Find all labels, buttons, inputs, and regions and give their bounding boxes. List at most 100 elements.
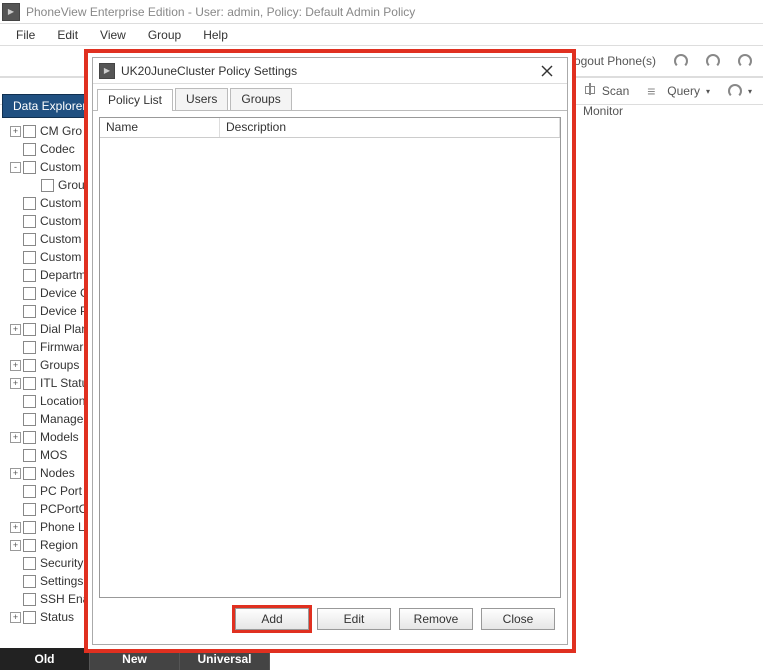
tree-item-label: Custom (40, 196, 81, 210)
expand-icon[interactable]: + (10, 126, 21, 137)
tree-item-label: Settings (40, 574, 83, 588)
checkbox[interactable] (23, 197, 36, 210)
menubar: File Edit View Group Help (0, 24, 763, 45)
checkbox[interactable] (23, 557, 36, 570)
dialog-buttons: Add Edit Remove Close (99, 598, 561, 638)
monitor-tab[interactable]: Monitor (583, 104, 623, 118)
add-button[interactable]: Add (235, 608, 309, 630)
checkbox[interactable] (23, 413, 36, 426)
tree-item-label: Dial Plan (40, 322, 88, 336)
tree-spacer (10, 216, 21, 227)
checkbox[interactable] (23, 269, 36, 282)
expand-icon[interactable]: + (10, 540, 21, 551)
query-button[interactable]: Query ▾ (640, 80, 717, 102)
column-description[interactable]: Description (220, 118, 560, 137)
tree-spacer (10, 558, 21, 569)
menu-help[interactable]: Help (193, 26, 238, 44)
checkbox[interactable] (23, 323, 36, 336)
tree-item-label: Grou (58, 178, 85, 192)
checkbox[interactable] (23, 611, 36, 624)
tree-spacer (10, 414, 21, 425)
checkbox[interactable] (23, 539, 36, 552)
expand-icon[interactable]: + (10, 522, 21, 533)
tree-item-label: Location (40, 394, 85, 408)
checkbox[interactable] (23, 125, 36, 138)
policy-settings-dialog: UK20JuneCluster Policy Settings Policy L… (85, 50, 575, 652)
checkbox[interactable] (23, 449, 36, 462)
headset-icon (706, 54, 720, 68)
data-explorer-tab[interactable]: Data Explorer (2, 94, 97, 118)
dialog-titlebar: UK20JuneCluster Policy Settings (93, 58, 567, 84)
menu-edit[interactable]: Edit (47, 26, 88, 44)
checkbox[interactable] (23, 305, 36, 318)
tree-item-label: Nodes (40, 466, 75, 480)
column-name[interactable]: Name (100, 118, 220, 137)
headset-icon (674, 54, 688, 68)
menu-file[interactable]: File (6, 26, 45, 44)
tree-spacer (10, 306, 21, 317)
scan-label: Scan (602, 84, 629, 98)
checkbox[interactable] (23, 431, 36, 444)
listview-header: Name Description (100, 118, 560, 138)
tab-policy-list[interactable]: Policy List (97, 89, 173, 111)
dialog-body: Name Description Add Edit Remove Close (93, 111, 567, 644)
checkbox[interactable] (23, 395, 36, 408)
menu-view[interactable]: View (90, 26, 136, 44)
checkbox[interactable] (23, 161, 36, 174)
tab-groups[interactable]: Groups (230, 88, 291, 110)
tree-spacer (10, 396, 21, 407)
headset-button-2[interactable] (699, 51, 727, 71)
scan-icon (582, 83, 598, 99)
policy-listview[interactable]: Name Description (99, 117, 561, 598)
tab-users[interactable]: Users (175, 88, 228, 110)
tree-item-label: Custom (40, 214, 81, 228)
checkbox[interactable] (23, 377, 36, 390)
headset-button-3[interactable] (731, 51, 759, 71)
tree-item-label: Firmwar (40, 340, 83, 354)
tree-spacer (10, 288, 21, 299)
expand-icon[interactable]: + (10, 612, 21, 623)
expand-icon[interactable]: + (10, 378, 21, 389)
tree-spacer (10, 234, 21, 245)
checkbox[interactable] (23, 575, 36, 588)
scan-button[interactable]: Scan (575, 80, 636, 102)
checkbox[interactable] (41, 179, 54, 192)
tree-item-label: Device P (40, 304, 88, 318)
close-dialog-button[interactable]: Close (481, 608, 555, 630)
checkbox[interactable] (23, 521, 36, 534)
tree-item-label: Custom (40, 232, 81, 246)
expand-icon[interactable]: + (10, 468, 21, 479)
expand-icon[interactable]: + (10, 432, 21, 443)
bottom-tab-old[interactable]: Old (0, 648, 90, 670)
main-titlebar: PhoneView Enterprise Edition - User: adm… (0, 0, 763, 24)
remove-button[interactable]: Remove (399, 608, 473, 630)
dialog-tabs: Policy List Users Groups (93, 84, 567, 111)
edit-button[interactable]: Edit (317, 608, 391, 630)
checkbox[interactable] (23, 233, 36, 246)
headset-button-1[interactable] (667, 51, 695, 71)
checkbox[interactable] (23, 251, 36, 264)
dialog-title: UK20JuneCluster Policy Settings (121, 64, 533, 78)
checkbox[interactable] (23, 287, 36, 300)
expand-icon[interactable]: + (10, 360, 21, 371)
headset-dropdown[interactable]: ▾ (721, 81, 759, 101)
tree-item-label: MOS (40, 448, 67, 462)
checkbox[interactable] (23, 215, 36, 228)
collapse-icon[interactable]: - (10, 162, 21, 173)
checkbox[interactable] (23, 593, 36, 606)
checkbox[interactable] (23, 341, 36, 354)
checkbox[interactable] (23, 503, 36, 516)
checkbox[interactable] (23, 143, 36, 156)
close-button[interactable] (533, 61, 561, 81)
tree-item-label: ITL Statu (40, 376, 88, 390)
tree-item-label: Manage (40, 412, 83, 426)
tree-item-label: Models (40, 430, 79, 444)
menu-group[interactable]: Group (138, 26, 191, 44)
close-icon (541, 65, 553, 77)
tree-item-label: Codec (40, 142, 75, 156)
tree-item-label: Region (40, 538, 78, 552)
checkbox[interactable] (23, 485, 36, 498)
expand-icon[interactable]: + (10, 324, 21, 335)
checkbox[interactable] (23, 467, 36, 480)
checkbox[interactable] (23, 359, 36, 372)
